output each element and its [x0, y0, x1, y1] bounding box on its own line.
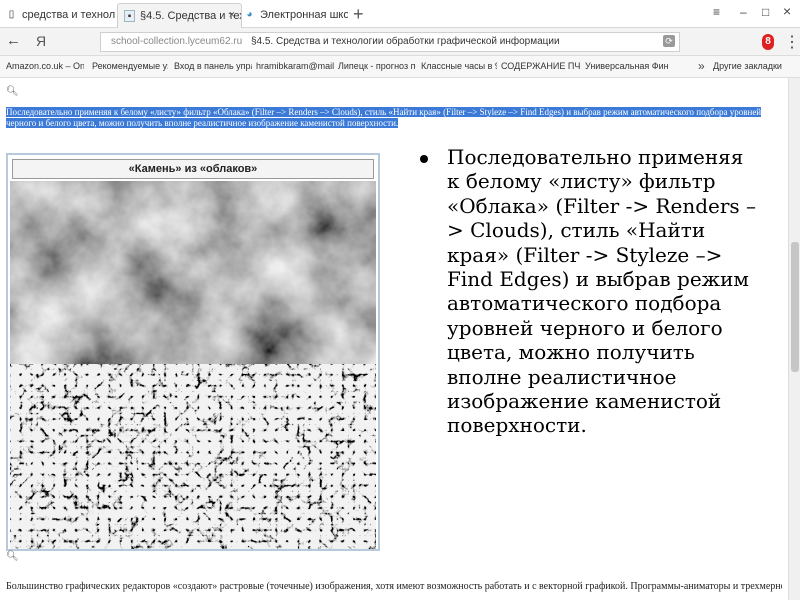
bookmarks-bar: Amazon.co.uk – Onli Рекомендуемые узлы В…: [0, 56, 800, 78]
page-icon: ▪: [124, 10, 135, 22]
selected-paragraph: Последовательно применяя к белому «листу…: [6, 107, 766, 129]
tab-2-label: §4.5. Средства и технол: [140, 10, 241, 22]
back-arrow-icon[interactable]: ←: [6, 32, 21, 49]
tab-1[interactable]: ▯ средства и технологии раб: [0, 3, 115, 28]
stone-figure: «Камень» из «облаков»: [6, 153, 380, 551]
clouds-texture-image: [10, 181, 376, 364]
bookmark-item[interactable]: Классные часы в 9 к: [421, 61, 497, 71]
yandex-badge-icon[interactable]: 8: [762, 34, 774, 50]
page-content: 🔍︎ Последовательно применяя к белому «ли…: [0, 78, 800, 600]
url-page-title: §4.5. Средства и технологии обработки гр…: [250, 36, 560, 47]
bullet-text: Последовательно применяя к белому «листу…: [447, 145, 757, 438]
tab-bar: ▯ средства и технологии раб ▪ §4.5. Сред…: [0, 0, 800, 28]
bookmark-item[interactable]: Amazon.co.uk – Onli: [6, 61, 84, 71]
bookmark-item[interactable]: Липецк - прогноз по: [338, 61, 416, 71]
reload-icon[interactable]: ⟳: [663, 35, 675, 47]
close-tab-icon[interactable]: ×: [229, 9, 235, 21]
next-paragraph: Большинство графических редакторов «созд…: [6, 581, 782, 592]
tab-3-label: Электронная школа: [260, 9, 348, 21]
other-bookmarks[interactable]: Другие закладки: [713, 61, 782, 71]
magnifier-icon: 🔍︎: [6, 86, 19, 97]
more-menu-icon[interactable]: ⋮: [784, 32, 800, 52]
globe-icon: ◕: [246, 9, 253, 20]
close-window-button[interactable]: ×: [783, 3, 791, 19]
url-host: school-collection.lyceum62.ru: [111, 36, 243, 47]
bookmarks-overflow-icon[interactable]: »: [698, 59, 705, 73]
address-field[interactable]: school-collection.lyceum62.ru §4.5. Сред…: [100, 32, 680, 52]
bookmark-item[interactable]: Универсальная Фин: [585, 61, 689, 71]
document-icon: ▯: [8, 9, 15, 20]
stone-texture-image: [10, 364, 376, 549]
vertical-scrollbar[interactable]: [788, 78, 800, 600]
bookmark-item[interactable]: СОДЕРЖАНИЕ ПЧЕЛ: [501, 61, 581, 71]
yandex-logo[interactable]: Я: [36, 33, 46, 49]
minimize-button[interactable]: –: [740, 5, 747, 19]
bullet-item: Последовательно применяя к белому «листу…: [420, 145, 760, 438]
maximize-button[interactable]: □: [762, 5, 769, 19]
bookmark-item[interactable]: Рекомендуемые узлы: [92, 61, 168, 71]
magnifier-icon: 🔍︎: [6, 551, 19, 562]
bookmark-item[interactable]: Вход в панель управ: [174, 61, 252, 71]
bookmark-item[interactable]: hramibkaram@mail.r: [256, 61, 334, 71]
figure-title: «Камень» из «облаков»: [12, 159, 374, 179]
bullet-dot-icon: [420, 155, 428, 163]
address-bar-row: ← Я school-collection.lyceum62.ru §4.5. …: [0, 28, 800, 56]
menu-icon[interactable]: ≡: [713, 5, 720, 19]
tab-2[interactable]: ▪ §4.5. Средства и технол ×: [117, 3, 242, 28]
selected-paragraph-text: Последовательно применяя к белому «листу…: [6, 107, 762, 128]
tab-3[interactable]: ◕ Электронная школа: [238, 3, 348, 28]
new-tab-button[interactable]: +: [353, 4, 364, 25]
scrollbar-thumb[interactable]: [791, 242, 799, 372]
tab-1-label: средства и технологии раб: [22, 9, 115, 21]
